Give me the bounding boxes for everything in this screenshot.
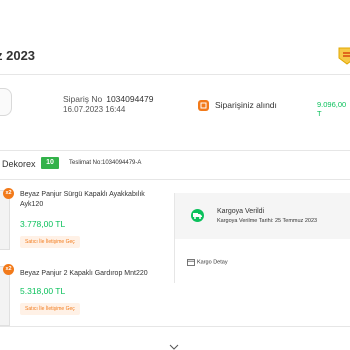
contact-seller-button[interactable]: Satıcı İle İletişime Geç: [20, 303, 80, 315]
product-price: 3.778,00 TL: [20, 219, 66, 229]
shipment-status: Kargoya Verildi: [217, 208, 265, 215]
page-title: z 2023: [0, 48, 36, 63]
cargo-detail-label[interactable]: Kargo Detay: [197, 259, 228, 265]
product-price: 5.318,00 TL: [20, 286, 66, 296]
order-total: 9.096,00 T: [317, 100, 347, 118]
cargo-detail-link[interactable]: Kargo Detay: [187, 258, 228, 266]
product-name[interactable]: Beyaz Panjur 2 Kapaklı Gardırop Mnt220: [20, 269, 160, 279]
seller-score-badge: 10: [41, 157, 59, 169]
delivery-number: Teslimat No:1034094479-A: [69, 160, 142, 166]
quantity-badge: x2: [3, 264, 14, 275]
order-summary: Sipariş No 1034094479 16.07.2023 16:44 Si…: [0, 86, 350, 126]
order-status-text: Siparişiniz alındı: [215, 100, 277, 110]
truck-icon: [191, 209, 204, 222]
product-name[interactable]: Beyaz Panjur Sürgü Kapaklı Ayakkabılık A…: [20, 190, 160, 210]
order-number-value: 1034094479: [106, 94, 154, 104]
order-header: z 2023: [0, 38, 350, 75]
order-number-label: Sipariş No: [63, 94, 103, 104]
seller-bar: Dekorex 10 Teslimat No:1034094479-A: [0, 150, 350, 180]
order-item[interactable]: x2 Beyaz Panjur 2 Kapaklı Gardırop Mnt22…: [0, 264, 170, 334]
contact-seller-button[interactable]: Satıcı İle İletişime Geç: [20, 236, 80, 248]
product-thumbnail: [0, 88, 12, 116]
order-status-icon: [198, 100, 209, 111]
quantity-badge: x2: [3, 188, 14, 199]
shipment-date: Kargoya Verilme Tarihi: 25 Temmuz 2023: [217, 218, 318, 224]
product-thumbnail[interactable]: [0, 190, 10, 250]
shipment-status-box: Kargoya Verildi Kargoya Verilme Tarihi: …: [175, 193, 350, 239]
product-thumbnail[interactable]: [0, 266, 10, 326]
order-number: Sipariş No 1034094479: [63, 94, 154, 104]
divider: [0, 326, 350, 327]
order-item[interactable]: x2 Beyaz Panjur Sürgü Kapaklı Ayakkabılı…: [0, 188, 170, 258]
calendar-icon: [187, 259, 195, 266]
order-date: 16.07.2023 16:44: [63, 105, 126, 114]
shipment-panel: Kargoya Verildi Kargoya Verilme Tarihi: …: [174, 193, 350, 283]
seller-name[interactable]: Dekorex: [2, 159, 36, 169]
seal-icon: [338, 47, 350, 65]
chevron-down-icon[interactable]: [169, 344, 179, 350]
